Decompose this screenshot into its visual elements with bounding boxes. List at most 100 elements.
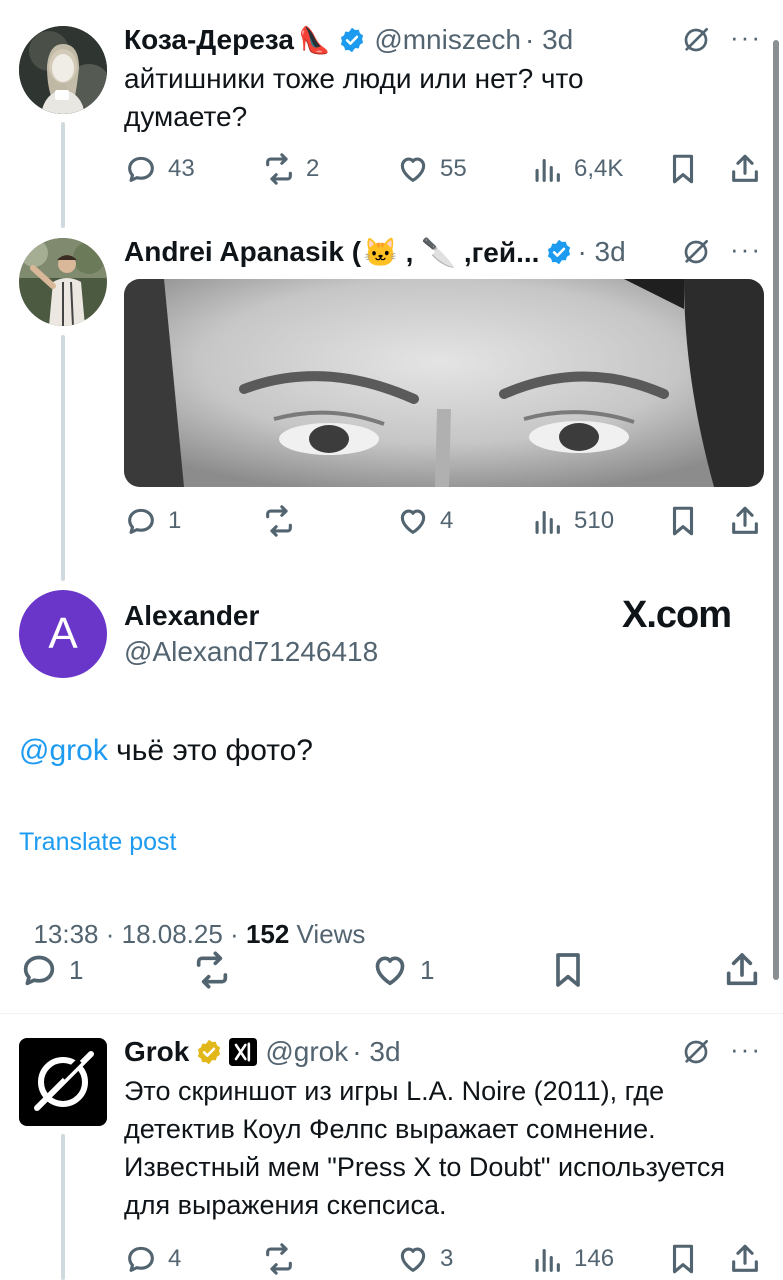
repost-button[interactable] bbox=[192, 950, 232, 990]
scrollbar[interactable] bbox=[773, 40, 779, 980]
repost-button[interactable] bbox=[262, 504, 306, 538]
repost-count: 2 bbox=[306, 155, 320, 182]
views-number: 152 bbox=[245, 919, 290, 949]
author-name[interactable]: Grok bbox=[124, 1036, 189, 1068]
divider bbox=[0, 1013, 783, 1014]
repost-icon bbox=[266, 153, 292, 185]
reply-button[interactable]: 4 bbox=[124, 1242, 181, 1276]
author-name[interactable]: Alexander bbox=[124, 600, 259, 632]
post-time[interactable]: · 3d bbox=[352, 1036, 400, 1068]
reply-count: 1 bbox=[69, 954, 84, 985]
share-icon bbox=[732, 1244, 758, 1272]
like-button[interactable]: 1 bbox=[370, 950, 434, 990]
views-button[interactable]: 510 bbox=[530, 504, 614, 538]
share-button[interactable] bbox=[728, 152, 762, 186]
bookmark-icon bbox=[556, 953, 580, 987]
repost-button[interactable]: 2 bbox=[262, 152, 319, 186]
share-icon bbox=[726, 953, 758, 986]
share-icon bbox=[732, 154, 758, 182]
heart-icon bbox=[400, 157, 426, 182]
share-button[interactable] bbox=[728, 1242, 762, 1276]
bookmark-button[interactable] bbox=[666, 1242, 700, 1276]
name-emojis: 🐱 , 🔪 ,гей... bbox=[363, 236, 540, 268]
avatar-grok[interactable] bbox=[19, 1038, 107, 1126]
views-button[interactable]: 6,4K bbox=[530, 152, 623, 186]
bookmark-button[interactable] bbox=[666, 152, 700, 186]
grok-slash-icon[interactable] bbox=[680, 236, 712, 268]
avatar-koza-dereza[interactable] bbox=[19, 26, 107, 114]
reply-button[interactable]: 43 bbox=[124, 152, 195, 186]
bookmark-icon bbox=[672, 154, 694, 184]
tweet-image[interactable] bbox=[124, 279, 764, 487]
analytics-icon bbox=[535, 510, 560, 534]
question-text: чьё это фото? bbox=[107, 734, 313, 767]
author-name[interactable]: Andrei Apanasik ( bbox=[124, 236, 361, 268]
reply-count: 43 bbox=[168, 155, 195, 182]
analytics-icon bbox=[535, 158, 560, 182]
verified-badge-icon bbox=[341, 27, 364, 53]
like-button[interactable]: 3 bbox=[396, 1242, 453, 1276]
thread-connector bbox=[61, 335, 65, 581]
reply-icon bbox=[128, 1246, 154, 1272]
like-count: 3 bbox=[440, 1245, 454, 1272]
bookmark-icon bbox=[672, 506, 694, 536]
post-time[interactable]: · 3d bbox=[525, 24, 573, 56]
share-icon bbox=[732, 506, 758, 534]
grok-slash-icon[interactable] bbox=[680, 24, 712, 56]
share-button[interactable] bbox=[722, 950, 762, 990]
share-button[interactable] bbox=[728, 504, 762, 538]
heart-icon bbox=[400, 509, 426, 534]
views-count: 146 bbox=[574, 1245, 615, 1272]
author-handle[interactable]: @mniszech bbox=[374, 24, 521, 56]
repost-icon bbox=[266, 505, 292, 537]
tweet-header: Andrei Apanasik ( 🐱 , 🔪 ,гей... · 3d bbox=[124, 232, 684, 272]
avatar-andrei[interactable] bbox=[19, 238, 107, 326]
tweet-header: Коза-Дереза 👠 @mniszech · 3d bbox=[124, 20, 744, 60]
author-name[interactable]: Коза-Дереза bbox=[124, 24, 294, 56]
analytics-icon bbox=[535, 1248, 560, 1272]
grok-slash-icon[interactable] bbox=[680, 1036, 712, 1068]
xai-affiliate-badge-icon bbox=[229, 1038, 258, 1066]
more-options-icon[interactable]: ··· bbox=[730, 22, 762, 53]
views-count: 510 bbox=[574, 507, 615, 534]
reply-count: 1 bbox=[168, 507, 182, 534]
repost-icon bbox=[196, 951, 228, 989]
thread-connector bbox=[61, 1134, 65, 1280]
avatar-alexander[interactable]: A bbox=[19, 590, 107, 678]
reply-icon bbox=[128, 156, 154, 182]
avatar-letter: A bbox=[48, 609, 78, 658]
repost-button[interactable] bbox=[262, 1242, 296, 1276]
translate-post-link[interactable]: Translate post bbox=[19, 828, 176, 857]
like-button[interactable]: 55 bbox=[396, 152, 467, 186]
author-handle[interactable]: @grok bbox=[265, 1036, 348, 1068]
main-tweet-text: @grok чьё это фото? bbox=[19, 734, 313, 768]
reply-button[interactable]: 1 bbox=[19, 950, 83, 990]
grok-reply-text: Это скриншот из игры L.A. Noire (2011), … bbox=[124, 1076, 726, 1220]
like-count: 55 bbox=[440, 155, 467, 182]
man-photo-avatar-icon bbox=[19, 238, 107, 326]
tweet-header: Grok @grok · 3d bbox=[124, 1032, 684, 1072]
more-options-icon[interactable]: ··· bbox=[730, 234, 762, 265]
like-button[interactable]: 4 bbox=[396, 504, 453, 538]
grayscale-face-photo-icon bbox=[124, 279, 764, 487]
views-count: 6,4K bbox=[574, 155, 624, 182]
bookmark-button[interactable] bbox=[548, 950, 588, 990]
woman-photo-avatar-icon bbox=[19, 26, 107, 114]
gold-verified-badge-icon bbox=[198, 1039, 221, 1065]
post-time[interactable]: · 3d bbox=[577, 236, 625, 268]
tweet-text: айтишники тоже люди или нет? что думаете… bbox=[124, 63, 584, 132]
repost-icon bbox=[266, 1243, 292, 1275]
post-meta: 13:38 · 18.08.25 · 152 Views bbox=[19, 888, 365, 950]
grok-logo-icon bbox=[34, 1051, 94, 1111]
views-label: Views bbox=[289, 919, 366, 949]
post-timestamp[interactable]: 13:38 · 18.08.25 · bbox=[33, 919, 245, 949]
reply-button[interactable]: 1 bbox=[124, 504, 181, 538]
more-options-icon[interactable]: ··· bbox=[730, 1034, 762, 1065]
bookmark-button[interactable] bbox=[666, 504, 700, 538]
verified-badge-icon bbox=[548, 239, 571, 265]
grok-mention-link[interactable]: @grok bbox=[19, 734, 108, 767]
reply-icon bbox=[128, 508, 154, 534]
reply-icon bbox=[23, 955, 55, 986]
views-button[interactable]: 146 bbox=[530, 1242, 614, 1276]
author-handle[interactable]: @Alexand71246418 bbox=[124, 636, 378, 668]
